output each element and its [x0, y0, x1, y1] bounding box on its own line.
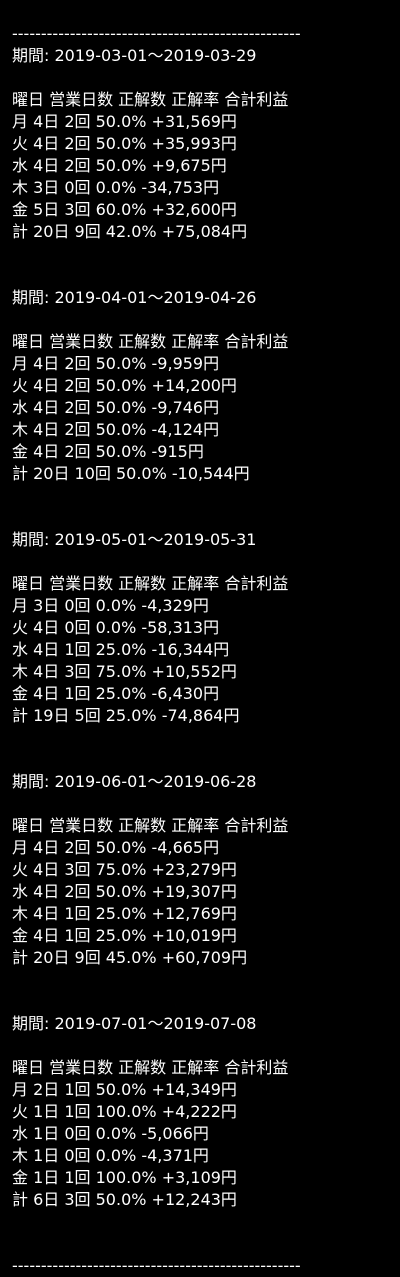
period-label: 期間:	[12, 530, 50, 549]
period-block: 期間: 2019-07-01～2019-07-08 曜日 営業日数 正解数 正解…	[12, 1013, 400, 1211]
data-row: 水 1日 0回 0.0% -5,066円	[12, 1124, 209, 1143]
header-row: 曜日 営業日数 正解数 正解率 合計利益	[12, 816, 289, 835]
period-line: 期間: 2019-05-01～2019-05-31	[12, 529, 400, 551]
data-row: 木 1日 0回 0.0% -4,371円	[12, 1146, 209, 1165]
period-block: 期間: 2019-04-01～2019-04-26 曜日 営業日数 正解数 正解…	[12, 287, 400, 485]
period-block: 期間: 2019-05-01～2019-05-31 曜日 営業日数 正解数 正解…	[12, 529, 400, 727]
data-row: 火 4日 0回 0.0% -58,313円	[12, 618, 220, 637]
period-line: 期間: 2019-07-01～2019-07-08	[12, 1013, 400, 1035]
data-row: 火 4日 2回 50.0% +35,993円	[12, 134, 237, 153]
period-range: 2019-07-01～2019-07-08	[54, 1014, 257, 1033]
total-row: 計 6日 3回 50.0% +12,243円	[12, 1190, 237, 1209]
data-row: 水 4日 2回 50.0% +9,675円	[12, 156, 227, 175]
header-row: 曜日 営業日数 正解数 正解率 合計利益	[12, 90, 289, 109]
period-label: 期間:	[12, 772, 50, 791]
data-row: 月 4日 2回 50.0% -9,959円	[12, 354, 220, 373]
data-row: 木 4日 3回 75.0% +10,552円	[12, 662, 237, 681]
data-row: 水 4日 2回 50.0% +19,307円	[12, 882, 237, 901]
total-row: 計 20日 10回 50.0% -10,544円	[12, 464, 250, 483]
data-row: 火 4日 2回 50.0% +14,200円	[12, 376, 237, 395]
total-row: 計 20日 9回 42.0% +75,084円	[12, 222, 248, 241]
data-row: 金 1日 1回 100.0% +3,109円	[12, 1168, 237, 1187]
data-row: 水 4日 1回 25.0% -16,344円	[12, 640, 230, 659]
period-range: 2019-04-01～2019-04-26	[54, 288, 257, 307]
data-row: 月 2日 1回 50.0% +14,349円	[12, 1080, 237, 1099]
separator-bottom: ----------------------------------------…	[12, 1256, 301, 1275]
data-row: 火 4日 3回 75.0% +23,279円	[12, 860, 237, 879]
data-row: 金 5日 3回 60.0% +32,600円	[12, 200, 237, 219]
period-range: 2019-05-01～2019-05-31	[54, 530, 257, 549]
period-label: 期間:	[12, 288, 50, 307]
data-row: 木 4日 1回 25.0% +12,769円	[12, 904, 237, 923]
data-row: 月 3日 0回 0.0% -4,329円	[12, 596, 209, 615]
data-row: 木 4日 2回 50.0% -4,124円	[12, 420, 220, 439]
data-row: 金 4日 1回 25.0% +10,019円	[12, 926, 237, 945]
header-row: 曜日 営業日数 正解数 正解率 合計利益	[12, 1058, 289, 1077]
total-row: 計 19日 5回 25.0% -74,864円	[12, 706, 240, 725]
data-row: 金 4日 2回 50.0% -915円	[12, 442, 204, 461]
header-row: 曜日 営業日数 正解数 正解率 合計利益	[12, 574, 289, 593]
period-range: 2019-03-01～2019-03-29	[54, 46, 257, 65]
period-label: 期間:	[12, 46, 50, 65]
total-row: 計 20日 9回 45.0% +60,709円	[12, 948, 248, 967]
period-line: 期間: 2019-06-01～2019-06-28	[12, 771, 400, 793]
results-text-panel: ----------------------------------------…	[0, 0, 400, 1275]
period-block: 期間: 2019-06-01～2019-06-28 曜日 営業日数 正解数 正解…	[12, 771, 400, 969]
period-range: 2019-06-01～2019-06-28	[54, 772, 257, 791]
separator-top: ----------------------------------------…	[12, 24, 301, 43]
header-row: 曜日 営業日数 正解数 正解率 合計利益	[12, 332, 289, 351]
data-row: 金 4日 1回 25.0% -6,430円	[12, 684, 220, 703]
period-label: 期間:	[12, 1014, 50, 1033]
period-line: 期間: 2019-03-01～2019-03-29	[12, 45, 400, 67]
data-row: 月 4日 2回 50.0% -4,665円	[12, 838, 220, 857]
period-line: 期間: 2019-04-01～2019-04-26	[12, 287, 400, 309]
data-row: 火 1日 1回 100.0% +4,222円	[12, 1102, 237, 1121]
period-block: 期間: 2019-03-01～2019-03-29 曜日 営業日数 正解数 正解…	[12, 45, 400, 243]
data-row: 木 3日 0回 0.0% -34,753円	[12, 178, 220, 197]
data-row: 水 4日 2回 50.0% -9,746円	[12, 398, 220, 417]
data-row: 月 4日 2回 50.0% +31,569円	[12, 112, 237, 131]
